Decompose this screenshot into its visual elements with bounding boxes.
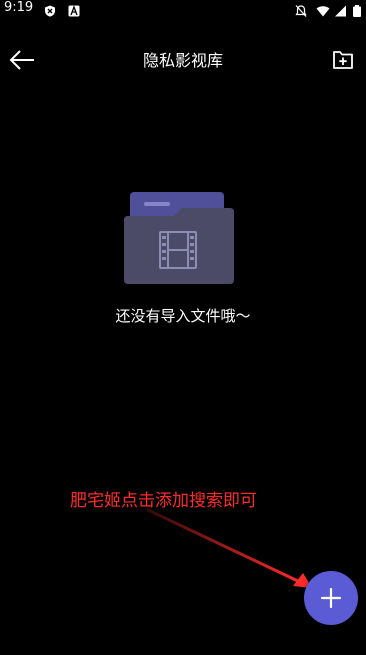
top-bar: 隐私影视库 (0, 40, 366, 80)
empty-state-message: 还没有导入文件哦～ (115, 307, 251, 325)
add-folder-button[interactable] (328, 46, 358, 74)
annotation-text: 肥宅姬点击添加搜索即可 (70, 491, 257, 511)
annotation-arrow (146, 508, 312, 588)
folder-add-icon (333, 51, 353, 69)
page-title: 隐私影视库 (142, 51, 223, 70)
plus-icon (320, 587, 342, 609)
status-bar: 9:19 (0, 0, 366, 17)
video-folder-icon (124, 190, 236, 286)
shield-icon (44, 2, 56, 17)
battery-icon (352, 2, 362, 17)
font-a-icon (68, 2, 80, 17)
add-button[interactable] (304, 571, 358, 625)
status-time: 9:19 (4, 0, 34, 15)
notifications-off-icon (294, 2, 308, 17)
wifi-icon (316, 2, 330, 17)
signal-icon (334, 2, 348, 17)
